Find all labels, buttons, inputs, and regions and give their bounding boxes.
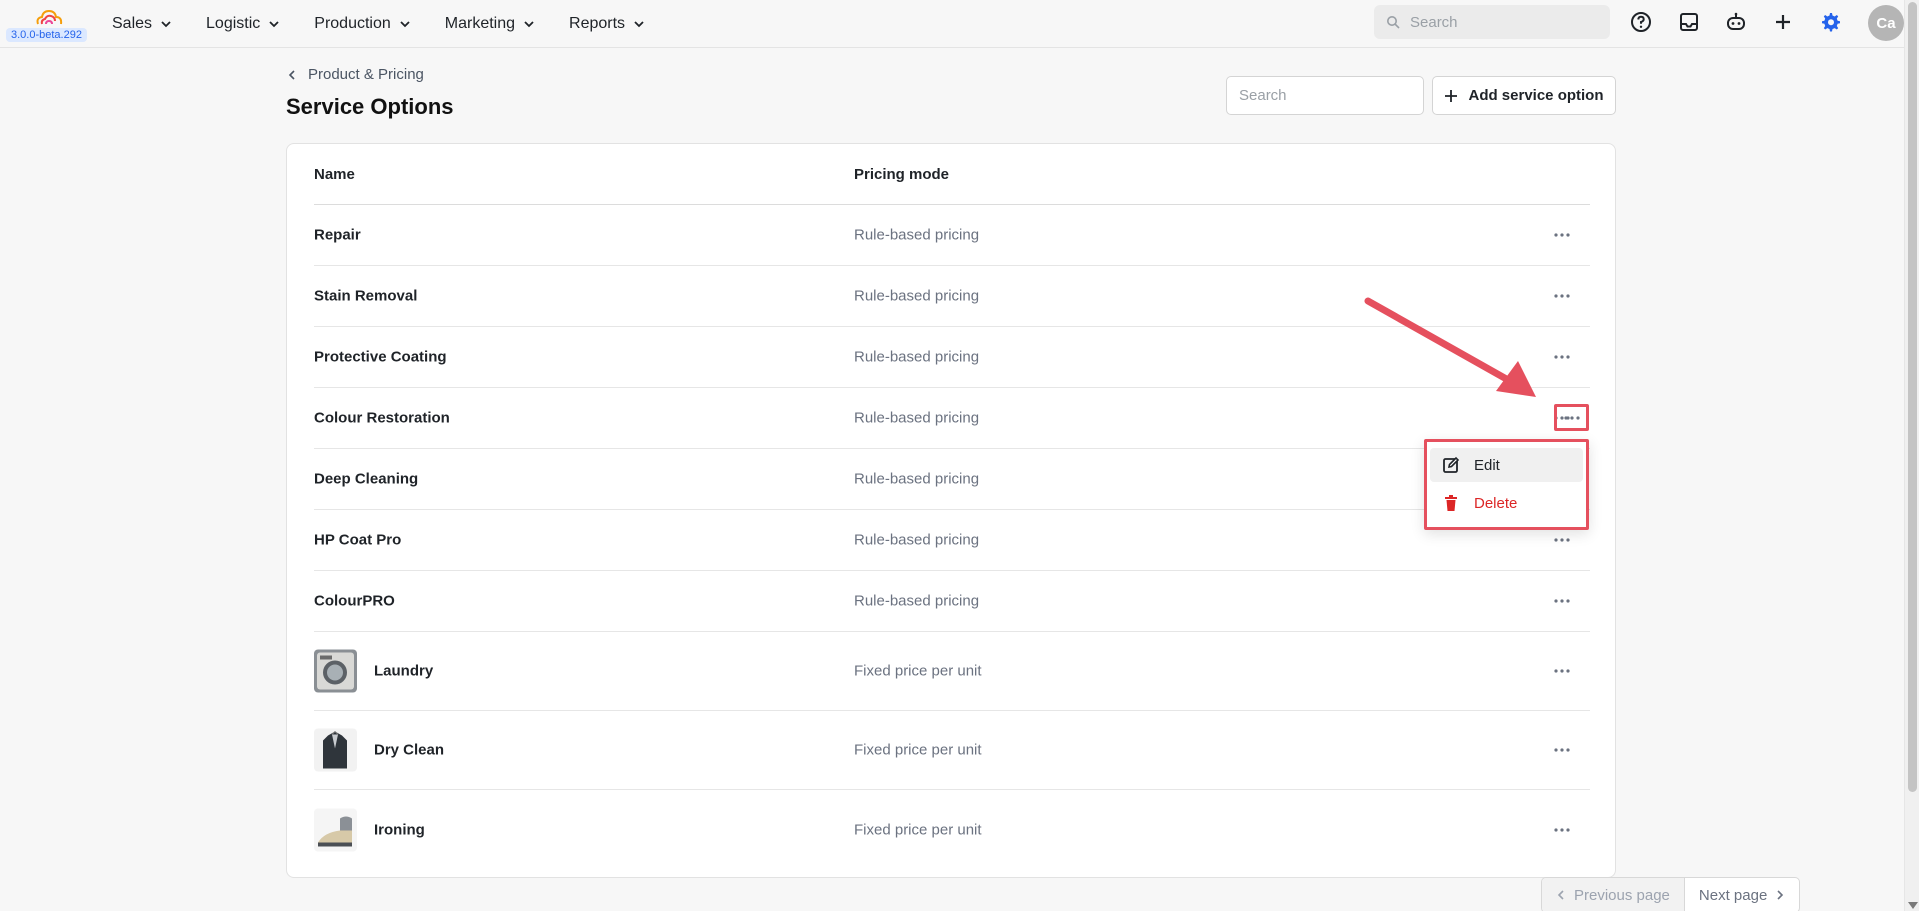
row-pricing-mode: Rule-based pricing xyxy=(854,409,980,427)
row-name: Stain Removal xyxy=(314,287,418,305)
pagination: Previous page Next page xyxy=(1541,877,1801,911)
add-service-option-label: Add service option xyxy=(1468,87,1604,104)
edit-icon xyxy=(1443,456,1460,473)
row-actions-menu: Edit Delete xyxy=(1424,439,1589,530)
iron-thumbnail xyxy=(314,808,357,851)
row-pricing-mode: Rule-based pricing xyxy=(854,348,980,366)
column-header-pricing-mode[interactable]: Pricing mode xyxy=(854,166,949,183)
nav-label: Marketing xyxy=(444,15,516,32)
chevron-down-icon xyxy=(634,21,644,28)
row-name: Dry Clean xyxy=(374,741,445,759)
row-name: Repair xyxy=(314,226,361,244)
service-search-input[interactable] xyxy=(1226,76,1424,115)
delete-menu-item[interactable]: Delete xyxy=(1430,486,1583,520)
page-title: Service Options xyxy=(286,94,454,119)
row-name: Colour Restoration xyxy=(314,409,450,427)
row-name: HP Coat Pro xyxy=(314,531,402,549)
plus-icon[interactable] xyxy=(1771,10,1795,34)
help-icon[interactable] xyxy=(1629,10,1653,34)
table-row[interactable]: Repair Rule-based pricing xyxy=(314,205,1590,266)
plus-icon xyxy=(1445,89,1458,102)
row-pricing-mode: Rule-based pricing xyxy=(854,287,980,305)
chevron-down-icon xyxy=(269,21,279,28)
more-actions-icon[interactable] xyxy=(1551,660,1573,682)
cloud-logo-icon xyxy=(36,9,63,25)
next-page-label: Next page xyxy=(1698,886,1768,904)
chevron-left-icon xyxy=(1557,890,1564,900)
page-scrollbar[interactable] xyxy=(1904,0,1919,911)
more-actions-highlight[interactable] xyxy=(1554,404,1589,431)
global-search-placeholder: Search xyxy=(1410,13,1458,31)
table-row[interactable]: HP Coat Pro Rule-based pricing xyxy=(314,510,1590,571)
table-row[interactable]: Dry Clean Fixed price per unit xyxy=(314,711,1590,790)
robot-icon[interactable] xyxy=(1724,10,1748,34)
service-options-table: Name Pricing mode Repair Rule-based pric… xyxy=(286,143,1616,878)
inbox-icon[interactable] xyxy=(1677,10,1701,34)
row-name: Protective Coating xyxy=(314,348,447,366)
edit-label: Edit xyxy=(1474,456,1500,474)
more-actions-icon[interactable] xyxy=(1551,224,1573,246)
row-pricing-mode: Fixed price per unit xyxy=(854,821,982,838)
row-pricing-mode: Rule-based pricing xyxy=(854,226,980,244)
column-header-name[interactable]: Name xyxy=(314,166,355,183)
annotation-arrow-icon xyxy=(1364,297,1536,397)
row-name: Laundry xyxy=(374,662,434,680)
main-nav: Sales Logistic Production Marketing Repo… xyxy=(112,0,679,48)
breadcrumb[interactable]: Product & Pricing xyxy=(286,66,424,83)
chevron-right-icon xyxy=(1777,890,1784,900)
previous-page-button[interactable]: Previous page xyxy=(1542,878,1685,911)
more-actions-icon[interactable] xyxy=(1551,285,1573,307)
scroll-down-arrow-icon[interactable] xyxy=(1908,902,1918,909)
more-actions-icon[interactable] xyxy=(1551,346,1573,368)
row-pricing-mode: Rule-based pricing xyxy=(854,531,980,549)
version-badge: 3.0.0-beta.292 xyxy=(6,28,87,42)
nav-label: Logistic xyxy=(206,15,261,32)
nav-marketing[interactable]: Marketing xyxy=(445,15,535,33)
add-service-option-button[interactable]: Add service option xyxy=(1432,76,1616,115)
row-name: Deep Cleaning xyxy=(314,470,419,488)
washing-machine-thumbnail xyxy=(314,649,357,693)
nav-production[interactable]: Production xyxy=(314,15,411,33)
search-icon xyxy=(1387,16,1400,29)
nav-label: Sales xyxy=(112,15,153,32)
row-name: ColourPRO xyxy=(314,592,395,610)
nav-sales[interactable]: Sales xyxy=(112,15,172,33)
chevron-down-icon xyxy=(161,21,171,28)
row-pricing-mode: Rule-based pricing xyxy=(854,592,980,610)
table-row[interactable]: Laundry Fixed price per unit xyxy=(314,632,1590,711)
table-row[interactable]: Deep Cleaning Rule-based pricing xyxy=(314,449,1590,510)
row-name: Ironing xyxy=(374,821,425,838)
trash-icon xyxy=(1445,495,1457,511)
top-navigation-bar: 3.0.0-beta.292 Sales Logistic Production… xyxy=(0,0,1904,48)
table-row[interactable]: ColourPRO Rule-based pricing xyxy=(314,571,1590,632)
nav-reports[interactable]: Reports xyxy=(569,15,645,33)
global-search[interactable]: Search xyxy=(1374,5,1610,39)
nav-label: Reports xyxy=(569,15,626,32)
nav-logistic[interactable]: Logistic xyxy=(206,15,280,33)
next-page-button[interactable]: Next page xyxy=(1685,878,1799,911)
suit-jacket-thumbnail xyxy=(314,728,357,772)
row-pricing-mode: Fixed price per unit xyxy=(854,741,982,759)
previous-page-label: Previous page xyxy=(1574,886,1670,904)
scrollbar-thumb[interactable] xyxy=(1908,2,1917,792)
delete-label: Delete xyxy=(1474,494,1518,512)
row-pricing-mode: Fixed price per unit xyxy=(854,662,982,680)
table-row[interactable]: Ironing Fixed price per unit xyxy=(314,790,1590,869)
app-logo[interactable]: 3.0.0-beta.292 xyxy=(4,6,87,46)
more-actions-icon[interactable] xyxy=(1551,529,1573,551)
edit-menu-item[interactable]: Edit xyxy=(1430,448,1583,482)
more-actions-icon[interactable] xyxy=(1551,739,1573,761)
more-actions-icon[interactable] xyxy=(1551,590,1573,612)
more-actions-icon[interactable] xyxy=(1564,416,1580,420)
settings-icon[interactable] xyxy=(1818,10,1842,34)
nav-label: Production xyxy=(314,15,391,32)
chevron-left-icon xyxy=(288,69,295,80)
table-header: Name Pricing mode xyxy=(314,144,1590,205)
row-pricing-mode: Rule-based pricing xyxy=(854,470,980,488)
avatar[interactable]: Ca xyxy=(1868,5,1904,41)
more-actions-icon[interactable] xyxy=(1551,819,1573,841)
chevron-down-icon xyxy=(400,21,410,28)
breadcrumb-label: Product & Pricing xyxy=(308,66,424,83)
chevron-down-icon xyxy=(524,21,534,28)
